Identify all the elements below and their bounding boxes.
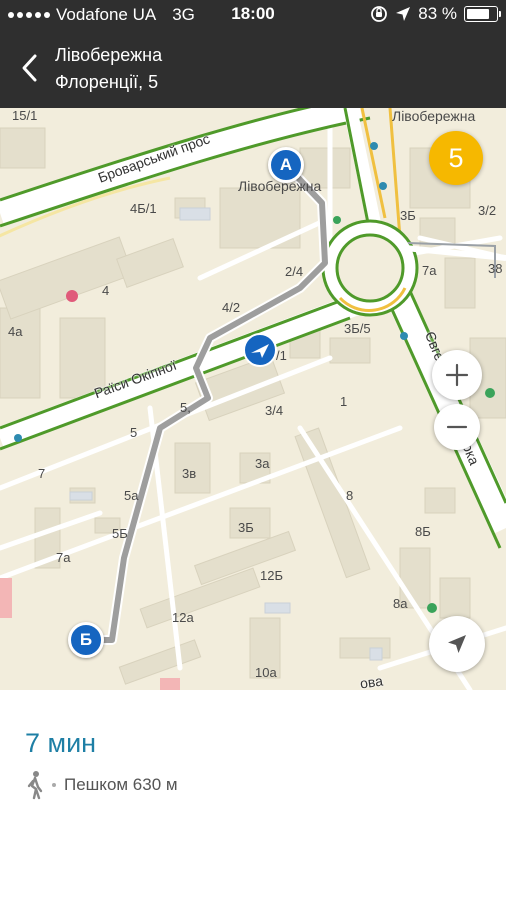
battery-icon: [464, 6, 501, 22]
house-number: 4а: [8, 324, 23, 339]
house-number: 3Б: [238, 520, 254, 535]
house-number: 3Б: [400, 208, 416, 223]
house-number: 2/4: [285, 264, 304, 279]
minus-icon: [446, 425, 468, 429]
house-number: 7: [38, 466, 46, 481]
location-arrow-icon: [396, 7, 411, 21]
house-number: 12а: [172, 610, 194, 625]
orientation-lock-icon: [371, 6, 388, 22]
house-number: 7а: [422, 263, 437, 278]
navigation-arrow-icon: [448, 635, 466, 653]
battery-level: [467, 9, 489, 19]
zoom-in-button[interactable]: [432, 350, 482, 400]
plus-icon: [445, 363, 469, 387]
route-mode: Пешком 630 м: [24, 770, 178, 800]
house-number: 5Б: [112, 526, 128, 541]
house-number: 3в: [182, 466, 197, 481]
back-button[interactable]: [12, 48, 46, 88]
house-number: 4: [102, 283, 110, 298]
status-bar-right: 83 %: [370, 4, 501, 24]
house-number: 8: [346, 488, 354, 503]
status-bar: Vodafone UA 3G 18:00 83 %: [0, 0, 506, 30]
house-number: 1: [340, 394, 348, 409]
route-summary-panel[interactable]: 7 мин Пешком 630 м: [0, 690, 506, 900]
house-number: 5а: [124, 488, 139, 503]
house-number: 3Б/5: [344, 321, 371, 336]
house-number: 3/2: [478, 203, 497, 218]
house-number: 38: [488, 261, 503, 276]
house-number: 7а: [56, 550, 71, 565]
house-number: 10а: [255, 665, 277, 680]
chevron-left-icon: [22, 54, 37, 82]
house-number: 15/1: [12, 108, 38, 123]
header-title-line1: Лівобережна: [55, 45, 163, 65]
house-number: 3а: [255, 456, 270, 471]
route-start-pin[interactable]: A: [268, 147, 304, 183]
route-duration: 7 мин: [25, 728, 97, 758]
header-title-line2: Флоренції, 5: [55, 72, 159, 92]
battery-percent: 83 %: [418, 4, 457, 23]
locate-me-button[interactable]: [429, 616, 485, 672]
route-end-pin[interactable]: Б: [68, 622, 104, 658]
house-number: 12Б: [260, 568, 283, 583]
route-header: Лівобережна Флоренції, 5: [0, 30, 506, 108]
traffic-level-badge[interactable]: 5: [429, 131, 483, 185]
house-number: 4Б/1: [130, 201, 157, 216]
place-label-livoberezhna-right: Лівобережна: [392, 108, 476, 124]
house-number: 5: [130, 425, 138, 440]
user-location-icon: [243, 333, 277, 367]
zoom-out-button[interactable]: [434, 404, 480, 450]
separator-dot: [52, 783, 56, 787]
house-number: 5,: [180, 400, 191, 415]
map-canvas: [0, 108, 506, 690]
walking-person-icon: [27, 771, 43, 800]
route-distance: Пешком 630 м: [64, 775, 178, 794]
header-title: Лівобережна Флоренції, 5: [55, 42, 162, 96]
house-number: 3/4: [265, 403, 284, 418]
house-number: 4/2: [222, 300, 241, 315]
house-number: 8а: [393, 596, 408, 611]
house-number: 8Б: [415, 524, 431, 539]
map-view[interactable]: Броварський прос Раїси Окіпної Євге ока …: [0, 108, 506, 690]
street-label-bottom: ова: [358, 672, 384, 690]
